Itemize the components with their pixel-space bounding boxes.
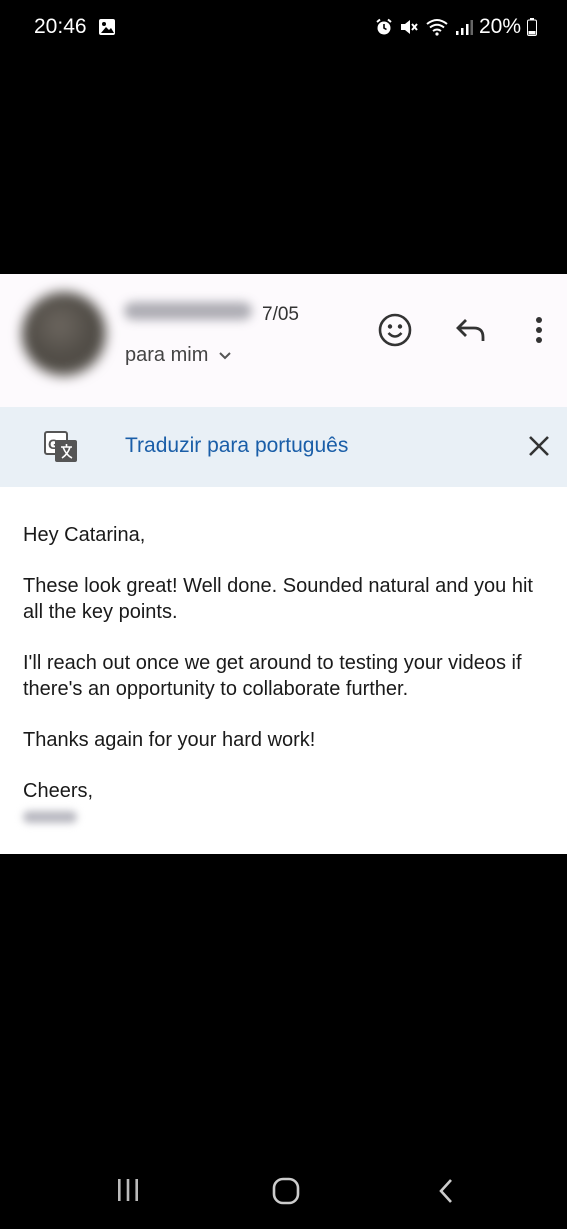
mute-icon [399,18,419,36]
recent-apps-icon[interactable] [115,1176,141,1209]
sender-avatar[interactable] [22,292,106,376]
reply-icon [455,317,487,348]
signal-icon [455,18,473,36]
status-bar: 20:46 20% [0,0,567,56]
paragraph-2: I'll reach out once we get around to tes… [23,652,522,700]
chevron-down-icon [218,344,232,367]
email-header: 7/05 para mim [0,274,567,407]
status-time: 20:46 [34,15,87,38]
paragraph-3: Thanks again for your hard work! [23,729,316,751]
battery-icon [527,18,537,36]
battery-level: 20% [478,15,521,38]
email-body: Hey Catarina, These look great! Well don… [23,522,553,823]
closing: Cheers, [23,780,94,802]
translate-link[interactable]: Traduzir para português [125,434,348,458]
recipient-toggle[interactable]: para mim [125,344,232,367]
greeting: Hey Catarina, [23,524,146,546]
close-translate-button[interactable] [522,431,556,465]
translate-bar: G Traduzir para português [0,407,567,487]
more-options-button[interactable] [524,312,554,352]
navigation-bar [0,1160,567,1229]
email-card: 7/05 para mim G Traduzir para português … [0,274,567,854]
reply-button[interactable] [450,312,492,352]
home-icon[interactable] [272,1177,300,1210]
status-icons: 20% [375,15,537,39]
wifi-icon [425,18,449,36]
emoji-reaction-button[interactable] [375,312,415,352]
close-icon [527,434,551,463]
sender-name[interactable] [124,302,252,320]
paragraph-1: These look great! Well done. Sounded nat… [23,575,533,623]
email-date: 7/05 [262,304,299,325]
svg-text:G: G [48,436,59,452]
google-translate-icon: G [44,431,78,468]
more-vert-icon [535,316,543,349]
gallery-icon [98,18,116,41]
signature [23,811,77,823]
recipient-label: para mim [125,344,209,366]
back-icon[interactable] [436,1177,456,1210]
alarm-icon [375,18,393,36]
emoji-icon [378,313,412,352]
